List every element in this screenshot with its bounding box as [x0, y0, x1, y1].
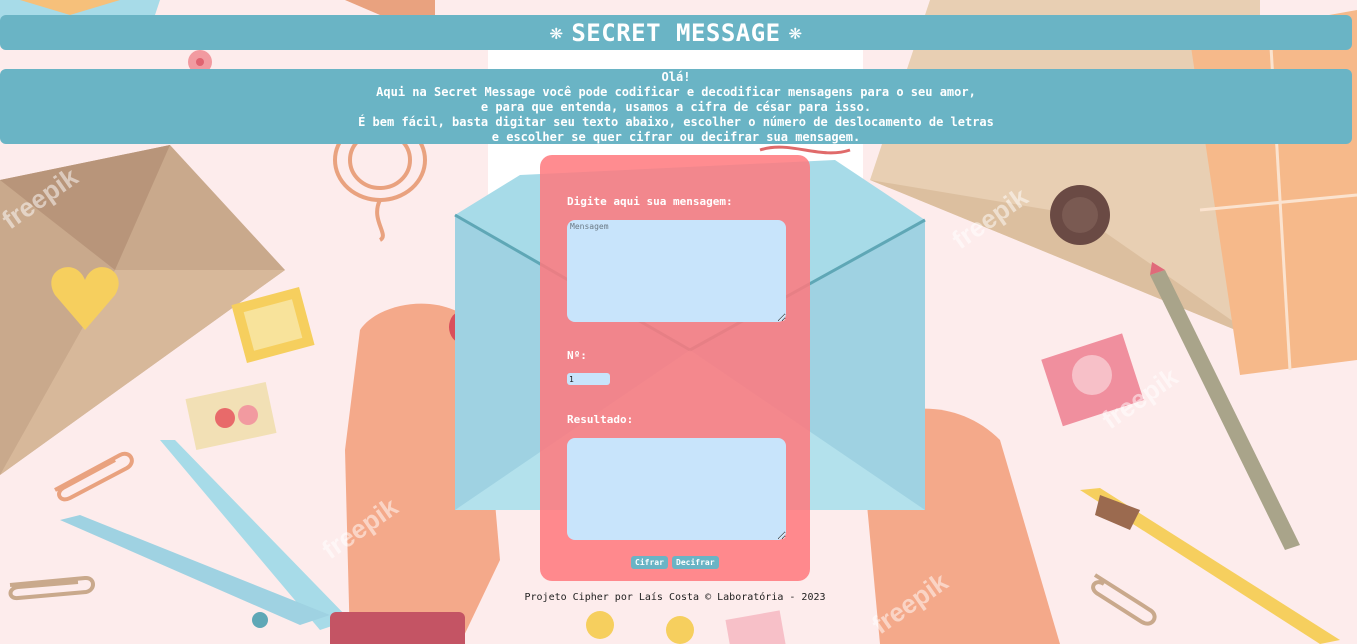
message-label: Digite aqui sua mensagem: [567, 195, 733, 208]
decrypt-button[interactable]: Decifrar [672, 556, 719, 569]
encrypt-button[interactable]: Cifrar [631, 556, 668, 569]
footer-credit: Projeto Cipher por Laís Costa © Laborató… [524, 592, 826, 603]
intro-line: Olá! [661, 70, 691, 84]
intro-line: e escolher se quer cifrar ou decifrar su… [491, 130, 861, 144]
intro-line: É bem fácil, basta digitar seu texto aba… [358, 115, 994, 129]
message-input[interactable] [567, 220, 786, 322]
page-title: SECRET MESSAGE [571, 18, 781, 47]
result-label: Resultado: [567, 413, 634, 426]
intro-line: Aqui na Secret Message você pode codific… [376, 85, 976, 99]
flower-icon: ❋ [788, 20, 803, 45]
result-output[interactable] [567, 438, 786, 540]
flower-icon: ❋ [549, 20, 564, 45]
intro-panel: Olá! Aqui na Secret Message você pode co… [0, 69, 1352, 144]
cipher-form-card: Digite aqui sua mensagem: Nº: Resultado:… [540, 155, 810, 581]
intro-line: e para que entenda, usamos a cifra de cé… [480, 100, 872, 114]
page-title-banner: ❋ SECRET MESSAGE ❋ [0, 15, 1352, 50]
offset-label: Nº: [567, 349, 587, 362]
offset-input[interactable] [567, 373, 610, 385]
